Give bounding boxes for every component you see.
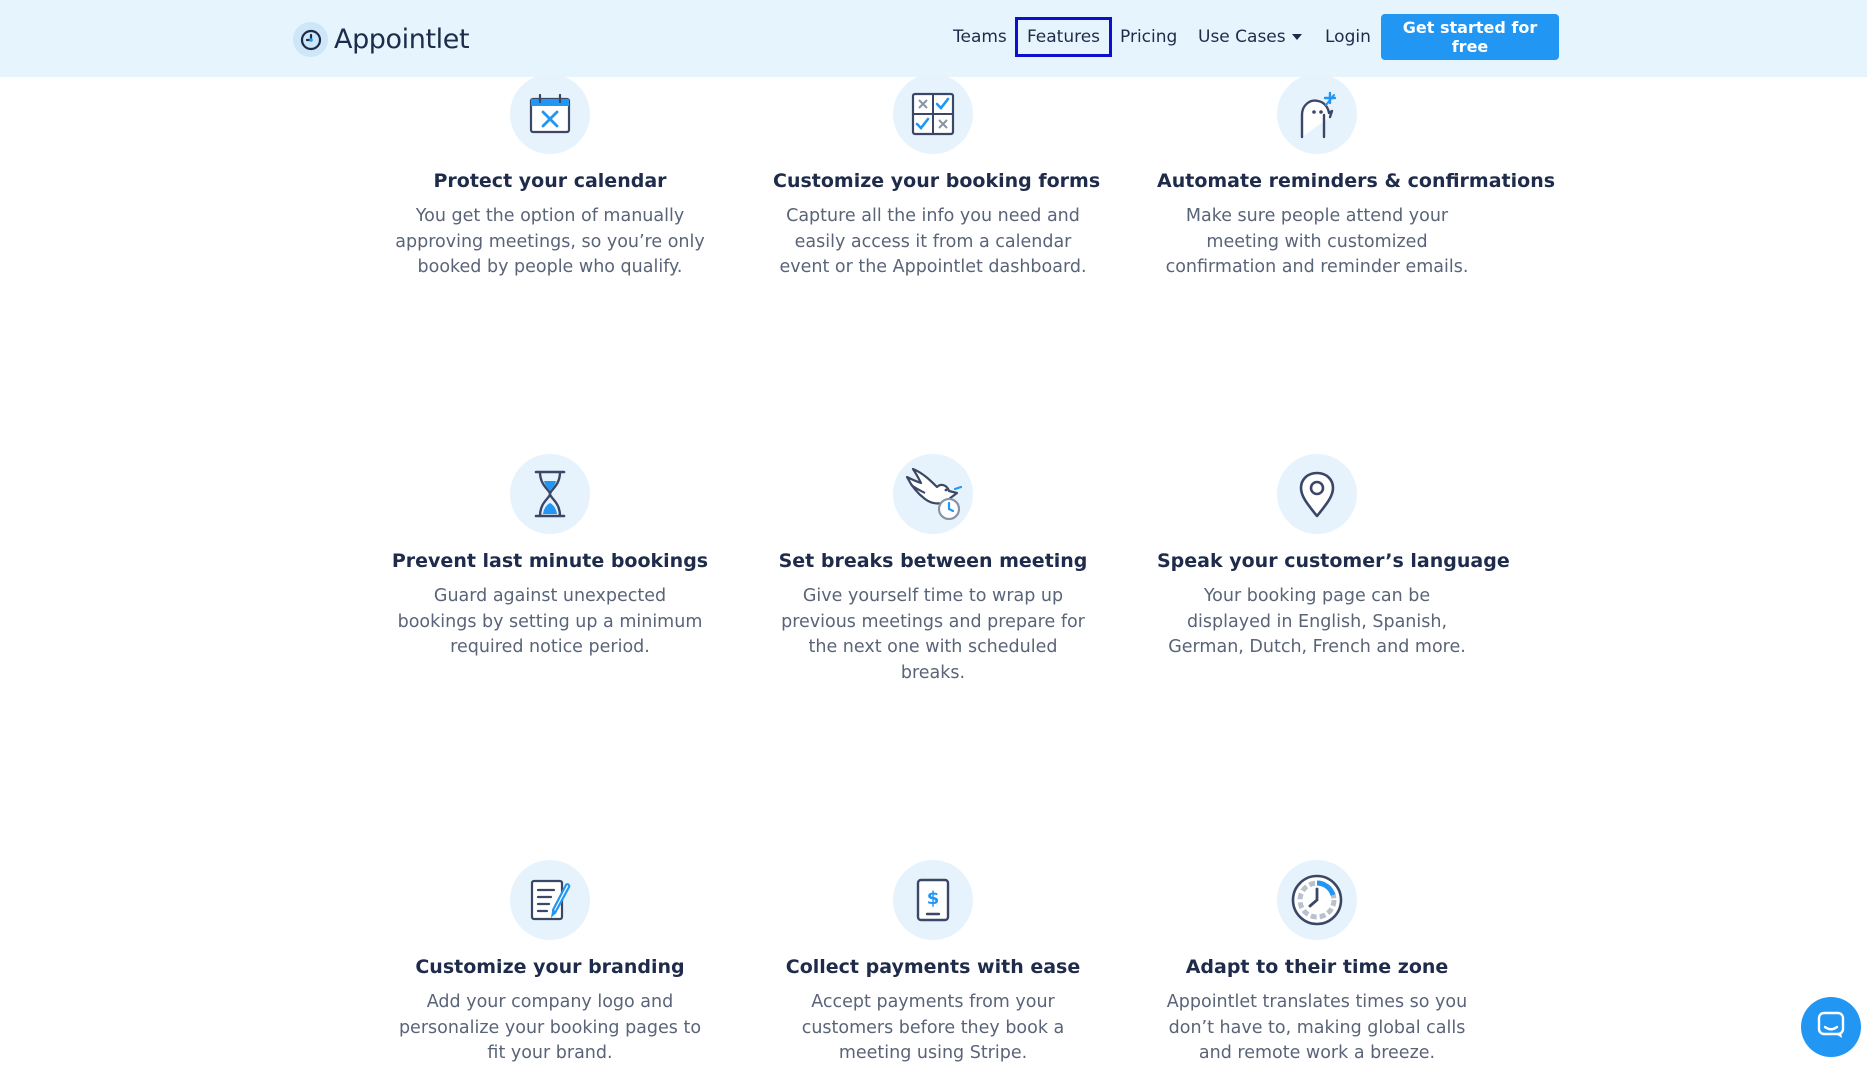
chat-icon [1816, 1010, 1846, 1044]
feature-title: Protect your calendar [433, 170, 667, 192]
location-pin-icon [1277, 454, 1357, 534]
document-pen-icon [510, 860, 590, 940]
clock-icon [1277, 860, 1357, 940]
svg-text:$: $ [927, 888, 940, 909]
feature-title: Adapt to their time zone [1185, 956, 1449, 978]
nav-dropdown-use-cases[interactable]: Use Cases [1198, 22, 1302, 52]
logo-text: Appointlet [334, 24, 470, 55]
feature-title: Customize your booking forms [773, 170, 1101, 192]
nav-link-pricing[interactable]: Pricing [1120, 22, 1177, 52]
feature-title: Automate reminders & confirmations [1157, 170, 1556, 192]
top-navbar: Appointlet Teams Features Pricing Use Ca… [0, 0, 1867, 77]
feature-description: Your booking page can be displayed in En… [1168, 586, 1466, 657]
nav-link-features[interactable]: Features [1015, 17, 1112, 57]
feature-card: Set breaks between meeting Give yourself… [773, 454, 1093, 686]
feature-title: Prevent last minute bookings [391, 550, 709, 572]
feature-description: Make sure people attend your meeting wit… [1165, 206, 1469, 277]
dollar-document-icon: $ [893, 860, 973, 940]
feature-description: Give yourself time to wrap up previous m… [781, 586, 1085, 683]
feature-description: You get the option of manually approving… [395, 206, 705, 277]
caret-down-icon [1291, 34, 1302, 40]
hourglass-icon [510, 454, 590, 534]
dove-clock-icon [893, 454, 973, 534]
feature-description: Accept payments from your customers befo… [801, 992, 1065, 1063]
feature-title: Set breaks between meeting [778, 550, 1088, 572]
feature-card: Customize your booking forms Capture all… [773, 74, 1101, 281]
feature-card: Prevent last minute bookings Guard again… [390, 454, 710, 661]
feature-card: Speak your customer’s language Your book… [1157, 454, 1510, 661]
feature-title: Customize your branding [415, 956, 685, 978]
nav-link-login[interactable]: Login [1325, 22, 1371, 52]
chat-launcher-button[interactable] [1801, 997, 1861, 1057]
feature-card: Adapt to their time zone Appointlet tran… [1157, 860, 1477, 1067]
get-started-button[interactable]: Get started for free [1381, 14, 1559, 60]
feature-card: Automate reminders & confirmations Make … [1157, 74, 1556, 281]
logo[interactable]: Appointlet [293, 22, 470, 57]
feature-title: Collect payments with ease [785, 956, 1081, 978]
feature-description: Guard against unexpected bookings by set… [397, 586, 703, 657]
feature-title: Speak your customer’s language [1157, 550, 1510, 572]
nav-link-teams[interactable]: Teams [953, 22, 1007, 52]
bird-reminder-icon [1277, 74, 1357, 154]
feature-description: Capture all the info you need and easily… [779, 206, 1087, 277]
feature-description: Add your company logo and personalize yo… [398, 992, 702, 1063]
calendar-x-icon [510, 74, 590, 154]
logo-clock-icon [293, 22, 328, 57]
checkbox-grid-icon [893, 74, 973, 154]
feature-description: Appointlet translates times so you don’t… [1166, 992, 1468, 1063]
feature-card: Protect your calendar You get the option… [390, 74, 710, 281]
feature-card: Customize your branding Add your company… [390, 860, 710, 1067]
nav-use-cases-label: Use Cases [1198, 27, 1286, 47]
feature-card: $ Collect payments with ease Accept paym… [773, 860, 1093, 1067]
